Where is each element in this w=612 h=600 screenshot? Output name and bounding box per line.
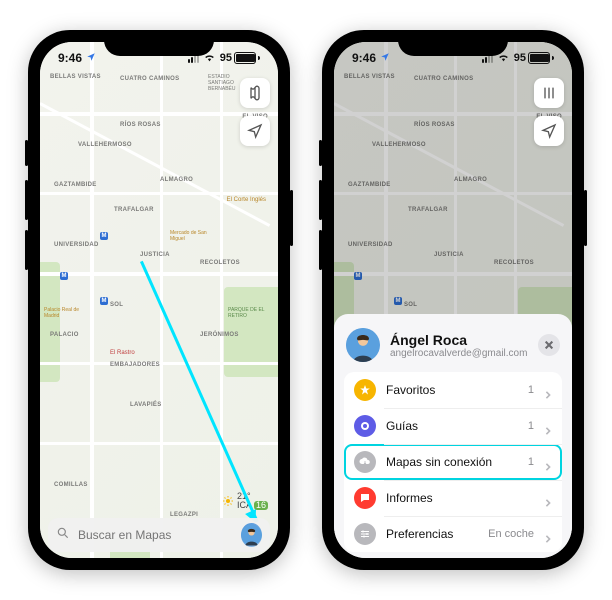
location-icon	[380, 51, 390, 65]
notch	[398, 30, 508, 56]
volume-up-button[interactable]	[25, 180, 28, 220]
profile-sheet: Ángel Roca angelrocavalverde@gmail.com F…	[334, 314, 572, 558]
battery-pct: 95	[514, 52, 526, 64]
map-label: PALACIO	[50, 332, 79, 338]
volume-down-button[interactable]	[319, 230, 322, 270]
locate-me-button[interactable]	[240, 116, 270, 146]
user-email: angelrocavalverde@gmail.com	[390, 348, 528, 359]
map-label: RÍOS ROSAS	[120, 122, 161, 128]
map-poi: Palacio Real de Madrid	[44, 307, 80, 319]
map-label: JUSTICIA	[140, 252, 170, 258]
close-button[interactable]	[538, 334, 560, 356]
search-input[interactable]	[76, 527, 235, 543]
volume-button[interactable]	[25, 140, 28, 166]
search-bar[interactable]	[48, 518, 270, 552]
map-layers-button[interactable]	[240, 78, 270, 108]
guides-icon	[354, 415, 376, 437]
status-time: 9:46	[352, 51, 376, 65]
profile-menu: Favoritos 1 Guías 1 Mapas sin conexión 1	[344, 372, 562, 552]
menu-value: 1	[528, 420, 534, 432]
battery-pct: 95	[220, 52, 232, 64]
menu-value: En coche	[488, 528, 534, 540]
map-label: LAVAPIÉS	[130, 402, 162, 408]
search-icon	[56, 526, 70, 545]
chevron-right-icon	[544, 458, 552, 466]
map-label: EMBAJADORES	[110, 362, 160, 368]
menu-label: Preferencias	[386, 527, 478, 541]
chevron-right-icon	[544, 422, 552, 430]
notch	[104, 30, 214, 56]
menu-row-reports[interactable]: Informes	[344, 480, 562, 516]
menu-row-preferences[interactable]: Preferencias En coche	[344, 516, 562, 552]
map-poi: PARQUE DE EL RETIRO	[228, 307, 272, 319]
menu-row-favorites[interactable]: Favoritos 1	[344, 372, 562, 408]
map-poi: El Corte Inglés	[227, 197, 266, 203]
map-label: CUATRO CAMINOS	[120, 76, 179, 82]
map-label: ALMAGRO	[160, 177, 193, 183]
chevron-right-icon	[544, 530, 552, 538]
map-label: SOL	[110, 302, 123, 308]
sheet-avatar	[346, 328, 380, 362]
volume-up-button[interactable]	[319, 180, 322, 220]
map-label: GAZTAMBIDE	[54, 182, 97, 188]
chat-icon	[354, 487, 376, 509]
chevron-right-icon	[544, 494, 552, 502]
power-button[interactable]	[584, 190, 587, 246]
volume-button[interactable]	[319, 140, 322, 166]
menu-label: Mapas sin conexión	[386, 455, 518, 469]
menu-label: Favoritos	[386, 383, 518, 397]
battery-icon: 95	[514, 52, 554, 64]
sliders-icon	[354, 523, 376, 545]
battery-icon: 95	[220, 52, 260, 64]
map-label: VALLEHERMOSO	[78, 142, 132, 148]
map-label: RECOLETOS	[200, 260, 240, 266]
status-time: 9:46	[58, 51, 82, 65]
phone-right: BELLAS VISTAS CUATRO CAMINOS RÍOS ROSAS …	[322, 30, 584, 570]
map-label: JERÓNIMOS	[200, 332, 239, 338]
power-button[interactable]	[290, 190, 293, 246]
phone-left: BELLAS VISTAS CUATRO CAMINOS RÍOS ROSAS …	[28, 30, 290, 570]
volume-down-button[interactable]	[25, 230, 28, 270]
chevron-right-icon	[544, 386, 552, 394]
sun-icon	[222, 495, 234, 507]
metro-icon: M	[100, 297, 108, 305]
menu-value: 1	[528, 456, 534, 468]
map-layers-button[interactable]	[534, 78, 564, 108]
map-label: BELLAS VISTAS	[50, 74, 101, 80]
profile-avatar-button[interactable]	[241, 523, 262, 547]
menu-row-guides[interactable]: Guías 1	[344, 408, 562, 444]
map-label: COMILLAS	[54, 482, 88, 488]
menu-row-offline-maps[interactable]: Mapas sin conexión 1	[344, 444, 562, 480]
menu-label: Guías	[386, 419, 518, 433]
menu-value: 1	[528, 384, 534, 396]
location-icon	[86, 51, 96, 65]
locate-me-button[interactable]	[534, 116, 564, 146]
menu-label: Informes	[386, 491, 534, 505]
cloud-download-icon	[354, 451, 376, 473]
map-poi: El Rastro	[110, 350, 135, 356]
user-name: Ángel Roca	[390, 332, 528, 348]
metro-icon: M	[100, 232, 108, 240]
map-label: TRAFALGAR	[114, 207, 154, 213]
metro-icon: M	[60, 272, 68, 280]
map-label: UNIVERSIDAD	[54, 242, 99, 248]
star-icon	[354, 379, 376, 401]
map-poi: Mercado de San Miguel	[170, 230, 210, 242]
